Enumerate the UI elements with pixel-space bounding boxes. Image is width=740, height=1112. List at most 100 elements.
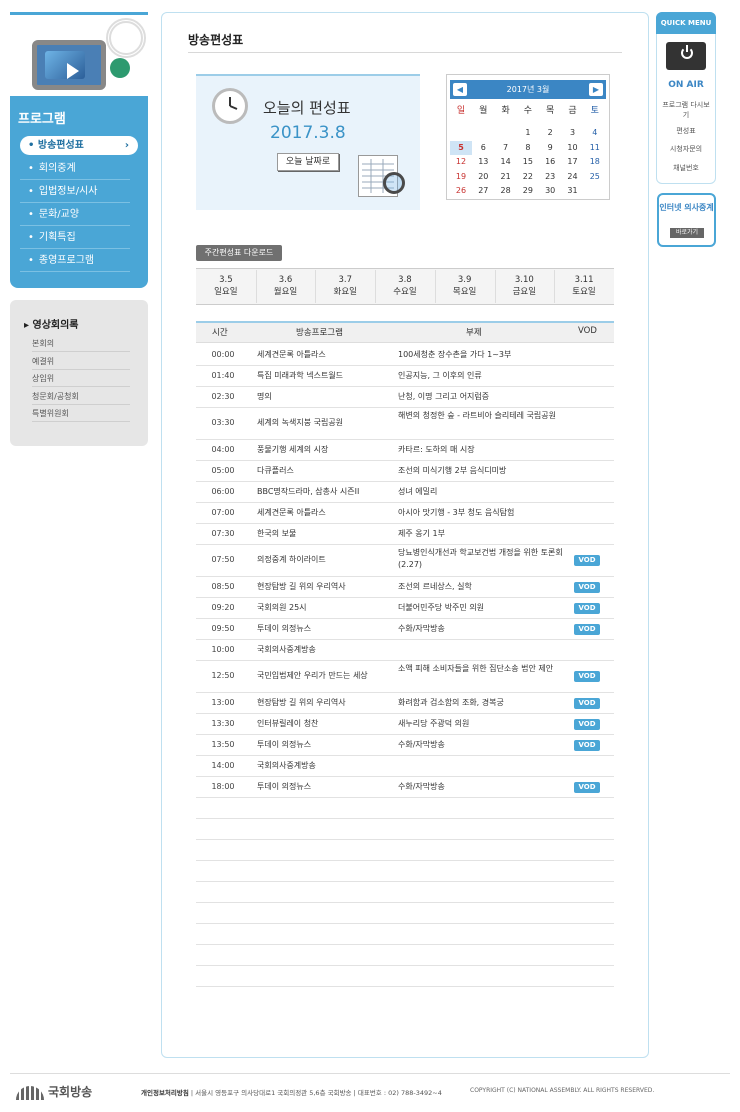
schedule-program[interactable]: BBC명작드라마, 삼총사 시즌II [257, 486, 391, 498]
internet-relay-button[interactable]: 바로가기 [670, 228, 704, 238]
sidebar-item[interactable]: 회의중계 [20, 158, 130, 180]
day-tab[interactable]: 3.11 토요일 [554, 274, 614, 298]
schedule-program[interactable]: 특집 미래과학 넥스트월드 [257, 370, 391, 382]
day-tab[interactable]: 3.5 일요일 [196, 274, 256, 298]
calendar-day[interactable]: 23 [539, 170, 561, 184]
calendar-next-button[interactable]: ▶ [589, 83, 603, 96]
vod-button[interactable]: VOD [574, 623, 600, 635]
sidebar-item-schedule[interactable]: • 방송편성표 › [20, 136, 138, 155]
calendar-day[interactable]: 22 [517, 170, 539, 184]
schedule-program[interactable]: 국회의원 25시 [257, 602, 391, 614]
day-tab[interactable]: 3.9 목요일 [435, 274, 495, 298]
vod-button[interactable]: VOD [574, 671, 600, 682]
row-divider [196, 860, 614, 861]
calendar-day[interactable]: 13 [472, 155, 494, 169]
schedule-program[interactable]: 현장탐방 길 위의 우리역사 [257, 697, 391, 709]
internet-relay-box[interactable] [657, 193, 716, 247]
calendar-prev-button[interactable]: ◀ [453, 83, 467, 96]
day-tab[interactable]: 3.7 화요일 [315, 274, 375, 298]
calendar-day[interactable]: 16 [539, 155, 561, 169]
schedule-program[interactable]: 세계의 녹색지붕 국립공원 [257, 417, 391, 429]
calendar-day[interactable]: 25 [584, 170, 606, 184]
schedule-program[interactable]: 다큐플러스 [257, 465, 391, 477]
quick-menu-item[interactable]: 채널번호 [660, 163, 712, 173]
calendar-day[interactable]: 1 [517, 126, 539, 140]
schedule-program[interactable]: 투데이 의정뉴스 [257, 781, 391, 793]
calendar-day[interactable]: 27 [472, 184, 494, 198]
schedule-program[interactable]: 국민입법제안 우리가 만드는 세상 [257, 670, 391, 682]
schedule-time: 06:00 [211, 486, 235, 496]
calendar-day[interactable]: 10 [562, 141, 584, 155]
day-tab[interactable]: 3.8 수요일 [375, 274, 435, 298]
calendar-day[interactable]: 19 [450, 170, 472, 184]
vod-button[interactable]: VOD [574, 781, 600, 793]
sidebar-item-label: 방송편성표 [37, 140, 84, 151]
schedule-program[interactable]: 투데이 의정뉴스 [257, 623, 391, 635]
onair-label[interactable]: ON AIR [656, 80, 716, 90]
vod-button[interactable]: VOD [574, 581, 600, 593]
calendar-day[interactable]: 15 [517, 155, 539, 169]
calendar-day[interactable]: 6 [472, 141, 494, 155]
schedule-subtitle: 조선의 미식기행 2부 음식디미방 [398, 465, 507, 475]
calendar-day[interactable]: 26 [450, 184, 472, 198]
vod-button[interactable]: VOD [574, 739, 600, 751]
day-tab[interactable]: 3.10 금요일 [495, 274, 555, 298]
calendar-day[interactable]: 28 [495, 184, 517, 198]
schedule-program[interactable]: 국회의사중계방송 [257, 760, 391, 772]
schedule-program[interactable]: 현장탐방 길 위의 우리역사 [257, 581, 391, 593]
calendar-day[interactable]: 17 [562, 155, 584, 169]
calendar-day[interactable]: 5 [450, 140, 472, 155]
schedule-program[interactable]: 한국의 보물 [257, 528, 391, 540]
calendar-day[interactable]: 3 [562, 126, 584, 140]
day-tab-date: 3.5 [219, 275, 233, 285]
video-minutes-item[interactable]: 상임위 [32, 370, 130, 387]
quick-menu-item[interactable]: 시청자문의 [660, 144, 712, 154]
calendar-day[interactable]: 21 [495, 170, 517, 184]
video-minutes-item[interactable]: 본회의 [32, 335, 130, 352]
calendar-day[interactable]: 29 [517, 184, 539, 198]
vod-button[interactable]: VOD [574, 718, 600, 730]
calendar-day[interactable]: 20 [472, 170, 494, 184]
video-minutes-item[interactable]: 청문회/공청회 [32, 388, 130, 405]
schedule-program[interactable]: 인터뷰릴레이 청찬 [257, 718, 391, 730]
video-minutes-item[interactable]: 특별위원회 [32, 405, 130, 422]
sidebar-item[interactable]: 종영프로그램 [20, 250, 130, 272]
quick-menu-item[interactable]: 프로그램 다시보기 [660, 100, 712, 120]
sidebar-item[interactable]: 문화/교양 [20, 204, 130, 226]
schedule-program[interactable]: 투데이 의정뉴스 [257, 739, 391, 751]
vod-button[interactable]: VOD [574, 555, 600, 566]
schedule-table-header [196, 321, 614, 343]
sidebar-item[interactable]: 기획특집 [20, 227, 130, 249]
schedule-time: 09:50 [211, 623, 235, 633]
schedule-program[interactable]: 국회의사중계방송 [257, 644, 391, 656]
calendar-day[interactable]: 11 [584, 141, 606, 155]
vod-button[interactable]: VOD [574, 697, 600, 709]
calendar-day[interactable]: 4 [584, 126, 606, 140]
calendar-day[interactable]: 2 [539, 126, 561, 140]
schedule-program[interactable]: 세계견문록 아틀라스 [257, 507, 391, 519]
vod-button[interactable]: VOD [574, 602, 600, 614]
schedule-program[interactable]: 의정중계 하이라이트 [257, 554, 391, 566]
calendar-day[interactable]: 12 [450, 155, 472, 169]
go-today-button[interactable]: 오늘 날짜로 [277, 153, 339, 171]
calendar-day[interactable]: 31 [562, 184, 584, 198]
weekly-schedule-download-button[interactable]: 주간편성표 다운로드 [196, 245, 282, 261]
day-tab-date: 3.9 [457, 275, 472, 285]
calendar-day[interactable]: 7 [495, 141, 517, 155]
calendar-day[interactable]: 8 [517, 141, 539, 155]
sidebar-item[interactable]: 입법정보/시사 [20, 181, 130, 203]
quick-menu-item[interactable]: 편성표 [660, 126, 712, 136]
calendar-day[interactable]: 24 [562, 170, 584, 184]
schedule-program[interactable]: 명의 [257, 391, 391, 403]
schedule-program[interactable]: 세계견문록 아틀라스 [257, 349, 391, 361]
day-tab[interactable]: 3.6 월요일 [256, 274, 316, 298]
calendar-day[interactable]: 9 [539, 141, 561, 155]
calendar-day[interactable]: 18 [584, 155, 606, 169]
privacy-policy-link[interactable]: 개인정보처리방침 [141, 1089, 189, 1097]
microphone-icon [110, 58, 130, 78]
schedule-program[interactable]: 풍물기행 세계의 시장 [257, 444, 391, 456]
video-minutes-item[interactable]: 예결위 [32, 353, 130, 370]
video-minutes-title: ▸ 영상회의록 [24, 320, 79, 331]
calendar-day[interactable]: 14 [495, 155, 517, 169]
calendar-day[interactable]: 30 [539, 184, 561, 198]
